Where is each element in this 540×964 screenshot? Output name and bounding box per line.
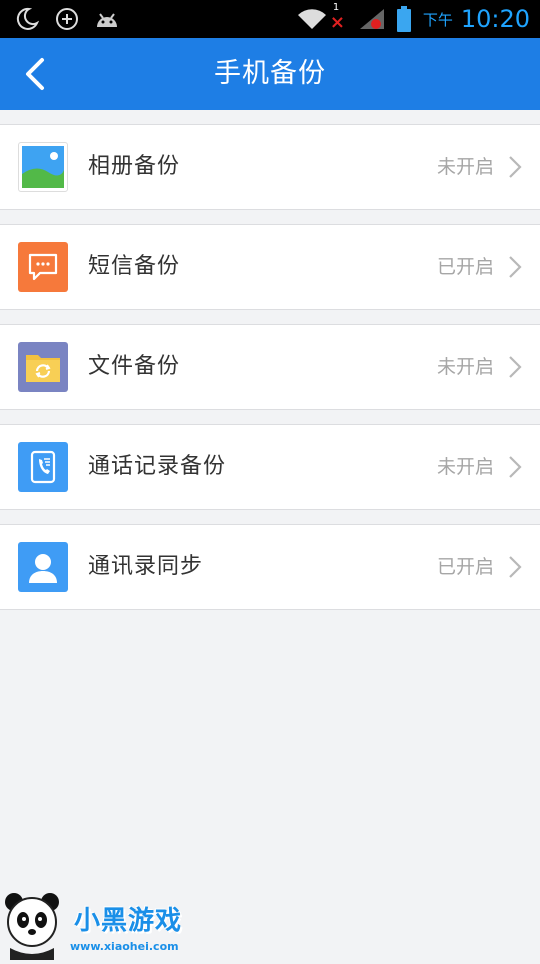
chevron-right-icon (508, 355, 522, 379)
android-icon (94, 6, 120, 32)
folder-sync-icon (18, 342, 68, 392)
item-label: 相册备份 (88, 154, 181, 179)
watermark-logo: 小黑游戏 www.xiaohei.com (0, 888, 200, 960)
wifi-icon (295, 6, 329, 32)
backup-item-sms[interactable]: 短信备份 已开启 (0, 224, 540, 310)
notification-count: 1 × (329, 2, 345, 33)
chevron-right-icon (508, 455, 522, 479)
backup-item-call-log[interactable]: 通话记录备份 未开启 (0, 424, 540, 510)
add-circle-icon (54, 6, 80, 32)
error-x-icon: × (329, 12, 345, 33)
signal-icon (357, 6, 387, 32)
watermark-url: www.xiaohei.com (70, 940, 179, 953)
battery-icon (395, 6, 413, 32)
app-header: 手机备份 (0, 38, 540, 110)
item-label: 通话记录备份 (88, 454, 227, 479)
backup-item-contacts[interactable]: 通讯录同步 已开启 (0, 524, 540, 610)
photo-icon (18, 142, 68, 192)
chevron-right-icon (508, 555, 522, 579)
chevron-right-icon (508, 255, 522, 279)
chevron-right-icon (508, 155, 522, 179)
item-status: 已开启 (436, 556, 494, 578)
item-label: 通讯录同步 (88, 554, 204, 579)
page-title: 手机备份 (214, 58, 326, 89)
item-status: 未开启 (436, 356, 494, 378)
status-bar: 1 × 下午 10:20 (0, 0, 540, 38)
moon-icon (14, 6, 40, 32)
item-status: 未开启 (436, 156, 494, 178)
ampm-label: 下午 (422, 10, 453, 29)
contact-icon (18, 542, 68, 592)
item-status: 已开启 (436, 256, 494, 278)
item-status: 未开启 (436, 456, 494, 478)
sms-icon (18, 242, 68, 292)
backup-item-photos[interactable]: 相册备份 未开启 (0, 124, 540, 210)
item-label: 短信备份 (88, 254, 181, 279)
backup-item-files[interactable]: 文件备份 未开启 (0, 324, 540, 410)
watermark-brand: 小黑游戏 (74, 906, 183, 936)
clock: 10:20 (460, 5, 530, 33)
call-log-icon (18, 442, 68, 492)
item-label: 文件备份 (88, 354, 181, 379)
